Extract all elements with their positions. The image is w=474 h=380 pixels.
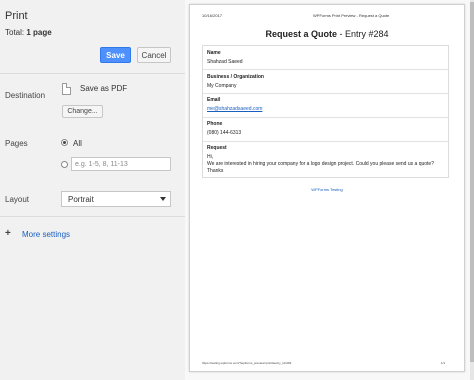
save-button[interactable]: Save [100, 47, 131, 63]
field-divider [203, 141, 448, 142]
field-divider [203, 69, 448, 70]
print-preview-area: 10/16/2017 WPForms Print Preview - Reque… [185, 0, 474, 380]
page-header-date: 10/16/2017 [202, 13, 223, 18]
destination-value: Save as PDF [80, 84, 128, 93]
field-label: Email [207, 97, 221, 103]
total-value: 1 page [26, 28, 52, 37]
field-value: Shahzad Saeed [207, 59, 243, 65]
request-line: Hi, [207, 154, 214, 160]
total-pages: Total: 1 page [5, 28, 52, 37]
layout-select-value: Portrait [68, 194, 94, 204]
layout-select[interactable]: Portrait [61, 191, 171, 207]
footer-brand: WPForms Testing [311, 187, 343, 192]
pages-range-radio[interactable] [61, 161, 68, 168]
request-line: We are interested in hiring your company… [207, 161, 434, 167]
document-icon [62, 83, 71, 95]
field-divider [203, 93, 448, 94]
form-title: Request a Quote [265, 29, 337, 39]
page-footer-number: 1/1 [441, 361, 446, 365]
layout-label: Layout [5, 195, 30, 204]
field-label: Request [207, 145, 227, 151]
request-line: Thanks [207, 168, 224, 174]
page-header-title: WPForms Print Preview - Request a Quote [313, 13, 390, 18]
field-label: Name [207, 50, 221, 56]
field-label: Business / Organization [207, 74, 264, 80]
field-divider [203, 117, 448, 118]
email-link[interactable]: me@shahzadsaeed.com [207, 106, 262, 112]
page-footer-url: https://testing.wpforms.com/?wpforms_pre… [202, 361, 292, 365]
print-title: Print [5, 10, 28, 22]
field-label: Phone [207, 121, 223, 127]
document-title: Request a Quote - Entry #284 [190, 29, 464, 39]
destination-label: Destination [5, 91, 46, 100]
change-destination-button[interactable]: Change... [62, 105, 103, 118]
preview-page: 10/16/2017 WPForms Print Preview - Reque… [189, 4, 465, 372]
cancel-button[interactable]: Cancel [137, 47, 171, 63]
preview-scrollbar[interactable] [470, 0, 474, 380]
divider [0, 73, 185, 74]
plus-icon[interactable]: + [5, 228, 11, 239]
print-settings-panel: Print Total: 1 page Save Cancel Destinat… [0, 0, 185, 380]
divider [0, 216, 185, 217]
field-value: My Company [207, 83, 237, 89]
chevron-down-icon [160, 197, 166, 201]
field-value: (080) 144-6313 [207, 130, 242, 136]
pages-all-label: All [73, 139, 82, 148]
scrollbar-thumb[interactable] [470, 2, 474, 362]
total-label: Total: [5, 28, 25, 37]
entry-fields: Name Shahzad Saeed Business / Organizati… [202, 45, 449, 178]
more-settings-link[interactable]: More settings [22, 230, 70, 239]
pages-all-radio[interactable] [61, 139, 68, 146]
pages-label: Pages [5, 139, 28, 148]
page-range-input[interactable] [71, 157, 171, 171]
entry-number: - Entry #284 [336, 29, 389, 39]
